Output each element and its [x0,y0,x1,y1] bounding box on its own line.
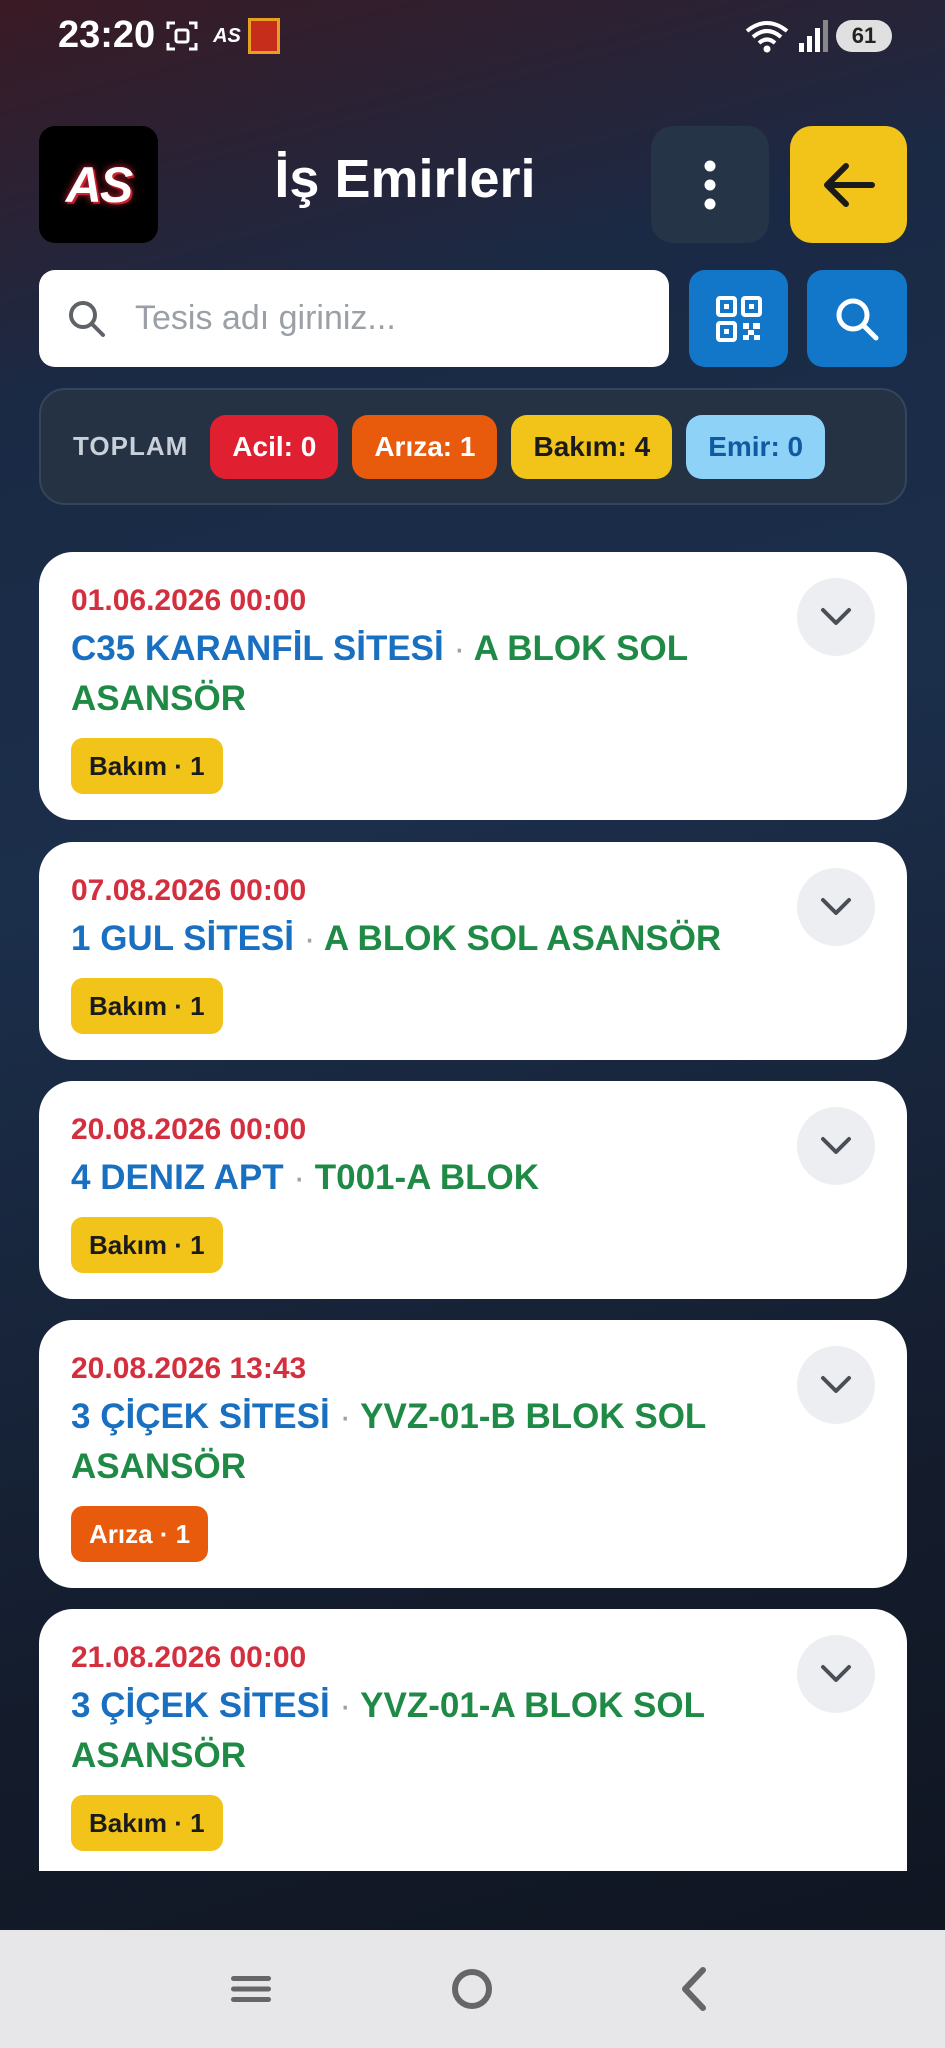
order-date: 20.08.2026 13:43 [71,1352,307,1385]
site-name: C35 KARANFİL SİTESİ [71,629,444,668]
work-order-card[interactable]: 21.08.2026 00:00 3 ÇİÇEK SİTESİ · YVZ-01… [39,1609,907,1871]
site-name: 1 GUL SİTESİ [71,919,295,958]
search-icon [39,299,135,339]
recents-icon [230,1976,271,2002]
system-nav-bar [0,1930,945,2048]
search-button[interactable] [807,270,907,367]
chevron-down-icon [821,1376,851,1393]
bakim-count-chip[interactable]: Bakım: 4 [511,414,673,479]
order-date: 21.08.2026 00:00 [71,1641,307,1674]
summary-bar: TOPLAM Acil: 0 Arıza: 1 Bakım: 4 Emir: 0 [39,388,907,505]
order-date: 01.06.2026 00:00 [71,584,307,617]
elevator-name: A BLOK SOL ASANSÖR [323,919,722,958]
site-name: 3 ÇİÇEK SİTESİ [71,1397,330,1436]
site-name: 4 DENIZ APT [71,1158,284,1197]
nav-home-button[interactable] [432,1949,512,2029]
notification-image-icon [248,18,280,54]
order-title: 3 ÇİÇEK SİTESİ · YVZ-01-A BLOK SOL ASANS… [71,1681,791,1781]
status-time: 23:20 [58,14,156,56]
back-button[interactable] [790,126,907,243]
title-separator: · [339,1686,352,1725]
expand-button[interactable] [797,1107,875,1185]
expand-button[interactable] [797,1346,875,1424]
nav-back-button[interactable] [654,1949,734,2029]
title-separator: · [339,1397,352,1436]
order-type-badge: Arıza · 1 [71,1506,209,1562]
order-title: 3 ÇİÇEK SİTESİ · YVZ-01-B BLOK SOL ASANS… [71,1392,791,1492]
order-type-badge: Bakım · 1 [71,1217,223,1273]
order-title: 4 DENIZ APT · T001-A BLOK [71,1153,791,1203]
as-app-icon: AS [213,24,241,47]
wifi-icon [744,18,790,54]
search-field[interactable] [39,270,669,367]
title-separator: · [303,919,316,958]
chevron-down-icon [821,1665,851,1682]
arrow-left-icon [823,162,875,207]
more-vertical-icon [704,160,716,209]
order-type-badge: Bakım · 1 [71,738,223,794]
qr-scan-button[interactable] [689,270,788,367]
home-icon [452,1969,493,2009]
title-separator: · [293,1158,306,1197]
battery-indicator: 61 [836,20,892,52]
expand-button[interactable] [797,868,875,946]
work-order-card[interactable]: 20.08.2026 00:00 4 DENIZ APT · T001-A BL… [39,1081,907,1299]
work-order-card[interactable]: 07.08.2026 00:00 1 GUL SİTESİ · A BLOK S… [39,842,907,1060]
nav-recents-button[interactable] [211,1949,291,2029]
chevron-down-icon [821,1137,851,1154]
emir-count-chip[interactable]: Emir: 0 [686,414,826,479]
status-bar: 23:20 AS 61 [0,0,945,80]
app-logo: AS [39,126,158,243]
chevron-down-icon [821,898,851,915]
order-title: C35 KARANFİL SİTESİ · A BLOK SOL ASANSÖR [71,624,791,724]
expand-button[interactable] [797,1635,875,1713]
title-separator: · [453,629,466,668]
logo-text: AS [65,156,133,213]
chevron-down-icon [821,608,851,625]
work-order-card[interactable]: 01.06.2026 00:00 C35 KARANFİL SİTESİ · A… [39,552,907,820]
more-menu-button[interactable] [651,126,769,243]
work-order-card[interactable]: 20.08.2026 13:43 3 ÇİÇEK SİTESİ · YVZ-01… [39,1320,907,1588]
order-date: 20.08.2026 00:00 [71,1113,307,1146]
qr-code-icon [715,295,762,342]
search-icon [836,298,879,340]
site-name: 3 ÇİÇEK SİTESİ [71,1686,330,1725]
order-type-badge: Bakım · 1 [71,1795,223,1851]
order-date: 07.08.2026 00:00 [71,874,307,907]
summary-label: TOPLAM [73,431,189,461]
expand-button[interactable] [797,578,875,656]
search-input[interactable] [135,299,635,338]
screenshot-icon [164,18,200,54]
ariza-count-chip[interactable]: Arıza: 1 [352,414,498,479]
acil-count-chip[interactable]: Acil: 0 [210,414,339,479]
back-icon [682,1967,707,2011]
page-title: İş Emirleri [274,149,536,209]
signal-icon [796,18,830,54]
order-title: 1 GUL SİTESİ · A BLOK SOL ASANSÖR [71,914,791,964]
elevator-name: T001-A BLOK [314,1158,540,1197]
order-type-badge: Bakım · 1 [71,978,223,1034]
